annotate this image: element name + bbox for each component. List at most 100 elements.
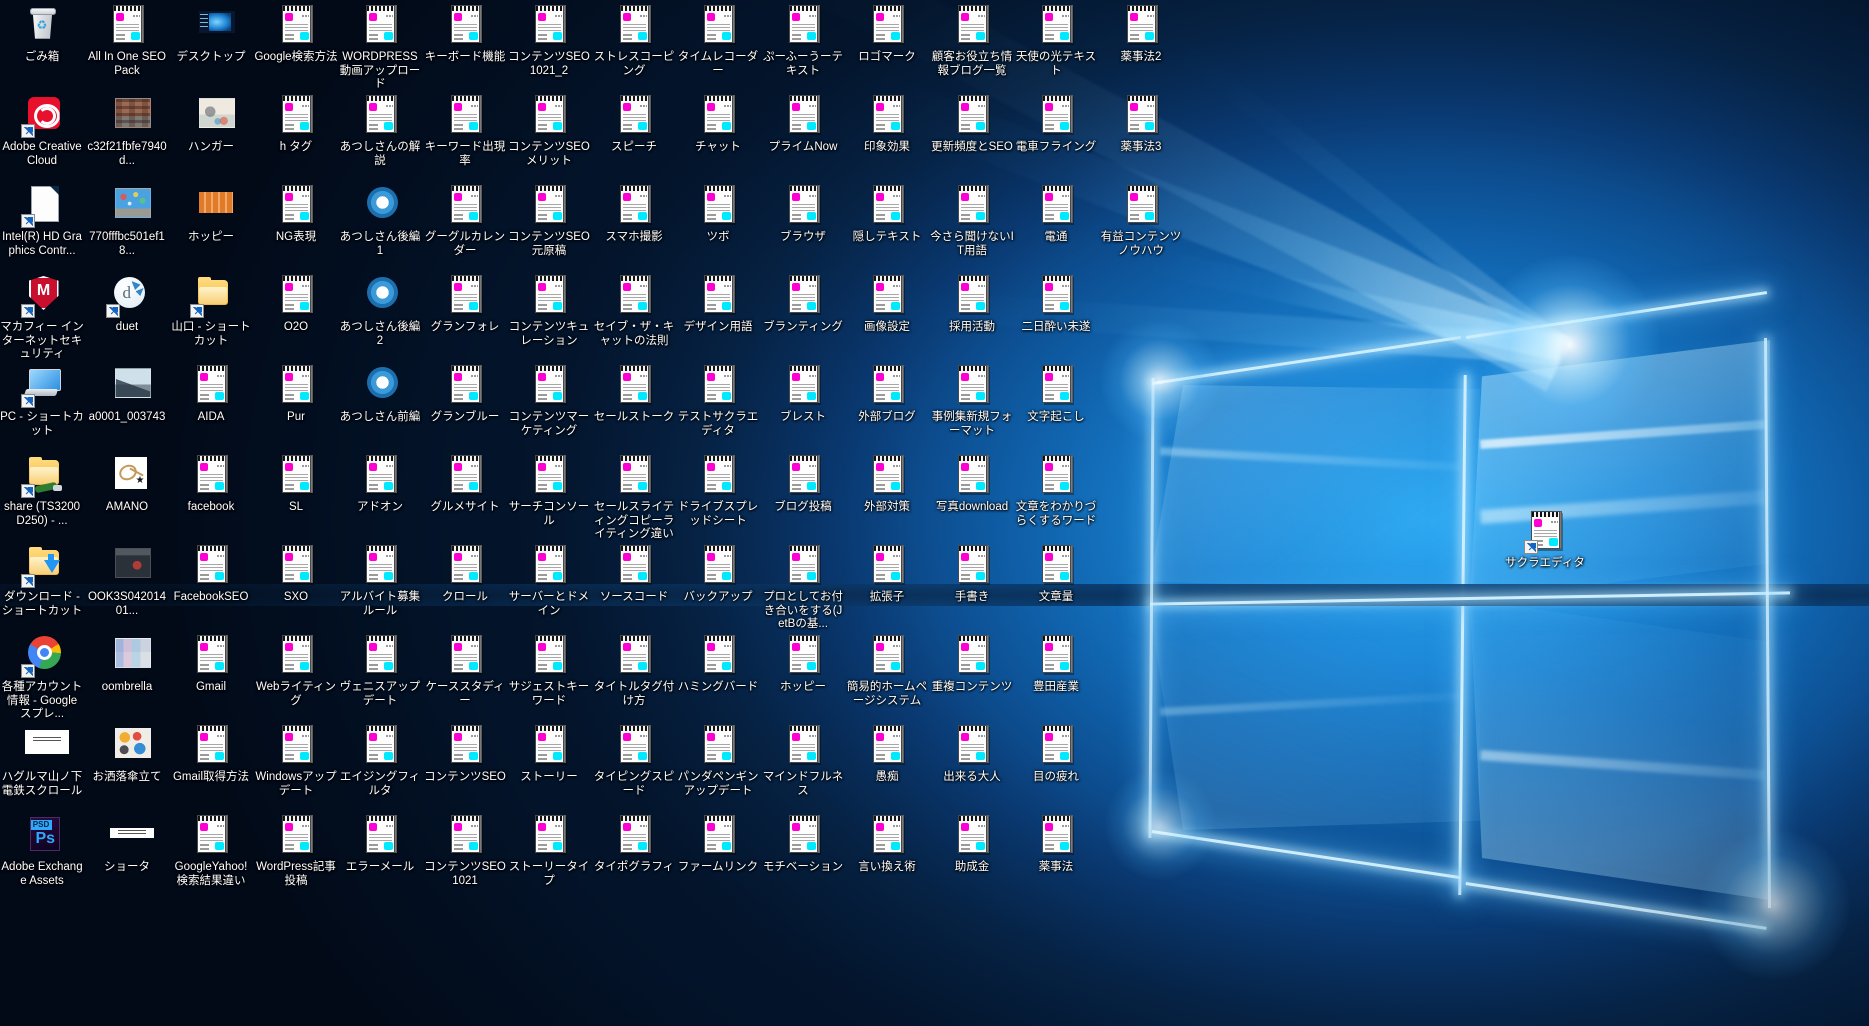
desktop-icon[interactable]: ホッピー xyxy=(761,632,845,695)
desktop-icon[interactable]: ↗ ダウンロード - ショートカット xyxy=(0,542,84,618)
desktop-icon[interactable]: アドオン xyxy=(338,452,422,515)
desktop-icon[interactable]: デスクトップ xyxy=(169,2,253,65)
desktop-icon[interactable]: ケーススタディー xyxy=(423,632,507,708)
desktop-icon[interactable]: 出来る大人 xyxy=(930,722,1014,785)
desktop-icon[interactable]: プライムNow xyxy=(761,92,845,155)
desktop-icon[interactable]: あつしさん後編1 xyxy=(338,182,422,258)
desktop-icon[interactable]: 文章量 xyxy=(1014,542,1098,605)
desktop-icon[interactable]: スマホ撮影 xyxy=(592,182,676,245)
desktop-icon[interactable]: 有益コンテンツノウハウ xyxy=(1099,182,1183,258)
desktop-icon[interactable]: タイトルタグ付け方 xyxy=(592,632,676,708)
desktop-icon[interactable]: ストーリータイプ xyxy=(507,812,591,888)
desktop-icon[interactable]: oombrella xyxy=(85,632,169,695)
desktop-icon[interactable]: 電通 xyxy=(1014,182,1098,245)
desktop-icon[interactable]: ストーリー xyxy=(507,722,591,785)
desktop-icon[interactable]: 採用活動 xyxy=(930,272,1014,335)
desktop-icon[interactable]: 電車フライング xyxy=(1014,92,1098,155)
desktop-icon[interactable]: 豊田産業 xyxy=(1014,632,1098,695)
desktop-icon[interactable]: バックアップ xyxy=(676,542,760,605)
desktop-icon[interactable]: 手書き xyxy=(930,542,1014,605)
desktop-icon[interactable]: セールストーク xyxy=(592,362,676,425)
desktop-icon[interactable]: ドライブスプレッドシート xyxy=(676,452,760,528)
desktop-icon[interactable]: 今さら聞けないIT用語 xyxy=(930,182,1014,258)
desktop-icon[interactable]: タイムレコーダー xyxy=(676,2,760,78)
desktop-icon[interactable]: コンテンツSEOメリット xyxy=(507,92,591,168)
desktop-icon[interactable]: ↗ PC - ショートカット xyxy=(0,362,84,438)
desktop-icon[interactable]: All In One SEO Pack xyxy=(85,2,169,78)
desktop-icon[interactable]: O2O xyxy=(254,272,338,335)
desktop-icon[interactable]: あつしさんの解説 xyxy=(338,92,422,168)
desktop-icon[interactable]: エイジングフィルタ xyxy=(338,722,422,798)
desktop-icon[interactable]: d ↗ duet xyxy=(85,272,169,335)
desktop-icon[interactable]: ファームリンク xyxy=(676,812,760,875)
desktop-icon[interactable]: 簡易的ホームページシステム xyxy=(845,632,929,708)
desktop-icon[interactable]: ショータ xyxy=(85,812,169,875)
desktop-icon[interactable]: ♻ ごみ箱 xyxy=(0,2,84,65)
desktop-icon[interactable]: 言い換え術 xyxy=(845,812,929,875)
desktop-icon[interactable]: グルメサイト xyxy=(423,452,507,515)
desktop-icon[interactable]: Google検索方法 xyxy=(254,2,338,65)
desktop-icon[interactable]: テストサクラエディタ xyxy=(676,362,760,438)
desktop-icon[interactable]: M ↗ マカフィー インターネットセキュリティ xyxy=(0,272,84,362)
desktop-icon[interactable]: WORDPRESS動画アップロード xyxy=(338,2,422,92)
desktop-icon[interactable]: PSD Ps Adobe Exchange Assets xyxy=(0,812,84,888)
desktop-icon[interactable]: ★ AMANO xyxy=(85,452,169,515)
desktop-icon[interactable]: ↗ Adobe Creative Cloud xyxy=(0,92,84,168)
desktop-icon[interactable]: あつしさん前編 xyxy=(338,362,422,425)
desktop-icon[interactable]: 隠しテキスト xyxy=(845,182,929,245)
desktop-icon[interactable]: ぷーふーうーテキスト xyxy=(761,2,845,78)
desktop-icon[interactable]: Pur xyxy=(254,362,338,425)
desktop-icon[interactable]: FacebookSEO xyxy=(169,542,253,605)
desktop-icon[interactable]: 770fffbc501ef18... xyxy=(85,182,169,258)
desktop-icon[interactable]: ハンガー xyxy=(169,92,253,155)
desktop-icon[interactable]: Gmail取得方法 xyxy=(169,722,253,785)
desktop-icon[interactable]: パンダペンギンアップデート xyxy=(676,722,760,798)
desktop-icon[interactable]: 文章をわかりづらくするワード xyxy=(1014,452,1098,528)
desktop-icon[interactable]: ロゴマーク xyxy=(845,2,929,65)
desktop-icon[interactable]: ソースコード xyxy=(592,542,676,605)
desktop-icon[interactable]: エラーメール xyxy=(338,812,422,875)
desktop-icon[interactable]: 外部対策 xyxy=(845,452,929,515)
desktop-icon[interactable]: スピーチ xyxy=(592,92,676,155)
desktop-icon[interactable]: タイピングスピード xyxy=(592,722,676,798)
desktop-icon[interactable]: タイポグラフィ xyxy=(592,812,676,875)
desktop-icon[interactable]: 目の疲れ xyxy=(1014,722,1098,785)
desktop-icon[interactable]: ブラウザ xyxy=(761,182,845,245)
desktop-icon[interactable]: ストレスコーピング xyxy=(592,2,676,78)
desktop-icon[interactable]: ↗ サクラエディタ xyxy=(1503,508,1587,571)
desktop-icon[interactable]: 写真download xyxy=(930,452,1014,515)
desktop-icon[interactable]: ブランティング xyxy=(761,272,845,335)
desktop-icon[interactable]: NG表現 xyxy=(254,182,338,245)
desktop-icon[interactable]: WordPress記事投稿 xyxy=(254,812,338,888)
desktop-icon[interactable]: 拡張子 xyxy=(845,542,929,605)
desktop-icon[interactable]: コンテンツSEO xyxy=(423,722,507,785)
desktop-icon[interactable]: ハグルマ山ノ下電鉄スクロール xyxy=(0,722,84,798)
desktop-icon[interactable]: 画像設定 xyxy=(845,272,929,335)
desktop-icon[interactable]: あつしさん後編2 xyxy=(338,272,422,348)
desktop-icon[interactable]: SXO xyxy=(254,542,338,605)
desktop-icon[interactable]: コンテンツSEO1021 xyxy=(423,812,507,888)
desktop-icon[interactable]: AIDA xyxy=(169,362,253,425)
desktop-icon[interactable]: facebook xyxy=(169,452,253,515)
desktop-icon[interactable]: チャット xyxy=(676,92,760,155)
desktop-icon[interactable]: ハミングバード xyxy=(676,632,760,695)
desktop-icon[interactable]: ↗ 各種アカウント情報 - Google スプレ... xyxy=(0,632,84,722)
desktop-icon[interactable]: ブログ投稿 xyxy=(761,452,845,515)
desktop-icon[interactable]: モチベーション xyxy=(761,812,845,875)
desktop-icon[interactable]: 薬事法 xyxy=(1014,812,1098,875)
desktop-icon[interactable]: Webライティング xyxy=(254,632,338,708)
desktop-icon[interactable]: Windowsアップデート xyxy=(254,722,338,798)
desktop-icon[interactable]: コンテンツSEO1021_2 xyxy=(507,2,591,78)
desktop-icon[interactable]: 愚痴 xyxy=(845,722,929,785)
desktop-icon[interactable]: アルバイト募集ルール xyxy=(338,542,422,618)
desktop-icon[interactable]: コンテンツSEO元原稿 xyxy=(507,182,591,258)
desktop-icon[interactable]: 外部ブログ xyxy=(845,362,929,425)
desktop-icon[interactable]: OOK3S04201401... xyxy=(85,542,169,618)
desktop-icon[interactable]: サーバーとドメイン xyxy=(507,542,591,618)
desktop-icon[interactable]: 天使の光テキスト xyxy=(1014,2,1098,78)
desktop-icon[interactable]: セールスライティングコピーライティング違い xyxy=(592,452,676,542)
desktop-icon[interactable]: 助成金 xyxy=(930,812,1014,875)
desktop-icon[interactable]: プロとしてお付き合いをする(JetBの基... xyxy=(761,542,845,632)
desktop-icon[interactable]: セイブ・ザ・キャットの法則 xyxy=(592,272,676,348)
desktop-icon[interactable]: a0001_003743 xyxy=(85,362,169,425)
